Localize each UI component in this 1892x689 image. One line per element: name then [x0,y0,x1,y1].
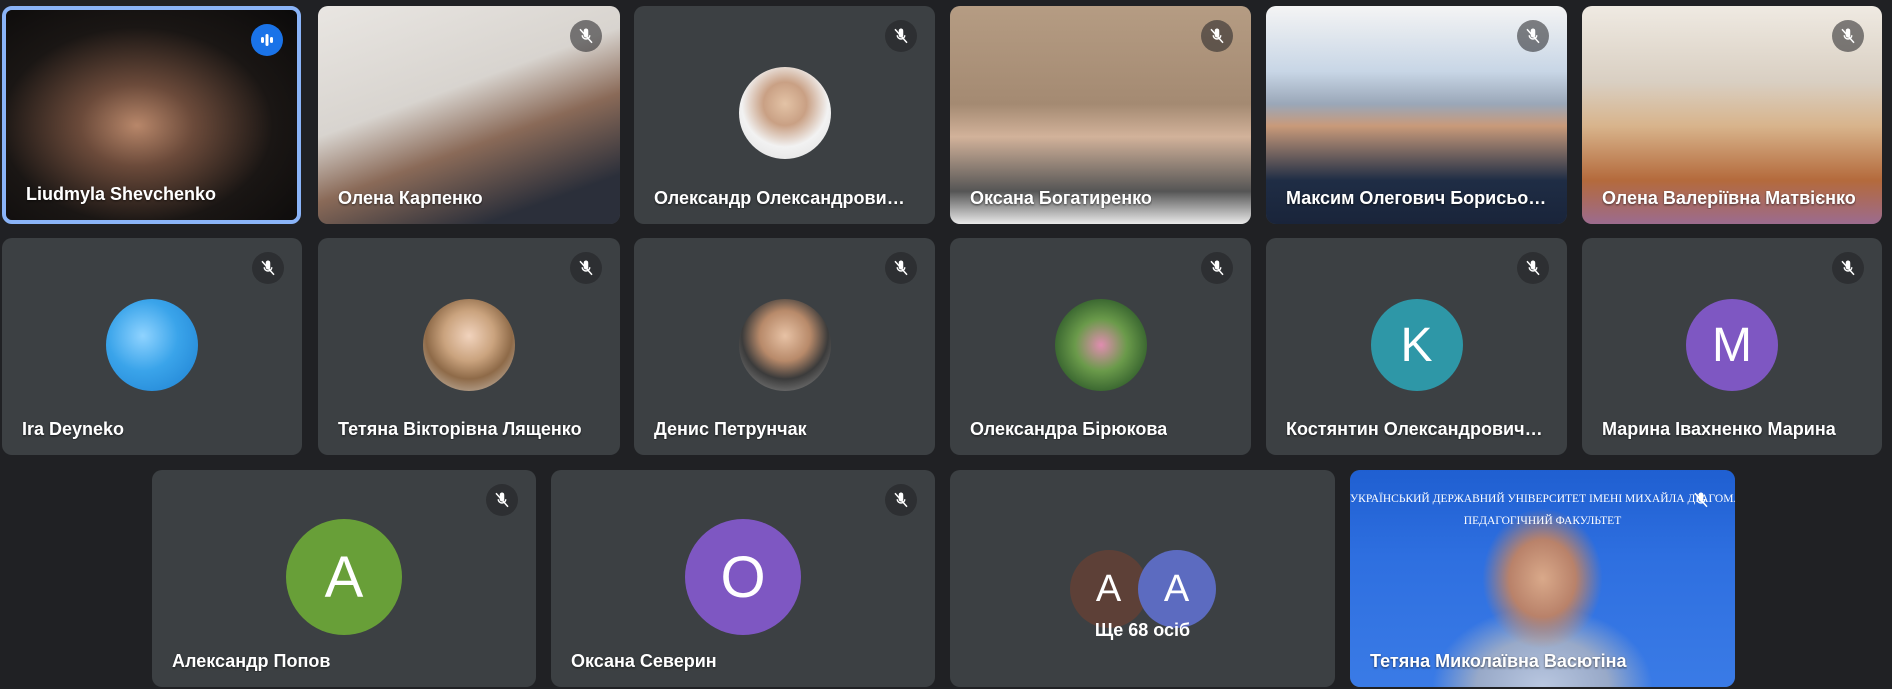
mic-off-icon [1201,252,1233,284]
avatar-initial: A [1163,567,1190,610]
others-avatar-stack: A A [1069,550,1216,628]
participant-tile-oleksandra-biriukova[interactable]: Олександра Бірюкова [950,238,1251,455]
participant-name: Максим Олегович Борисьон... [1286,188,1547,208]
mic-off-icon [570,20,602,52]
avatar-initial: M [1712,318,1752,372]
participant-name: Оксана Богатиренко [970,188,1152,208]
avatar-initial: A [324,544,364,610]
banner-line-1: УКРАЇНСЬКИЙ ДЕРЖАВНИЙ УНІВЕРСИТЕТ ІМЕНІ … [1350,493,1735,505]
avatar: M [1686,299,1778,391]
avatar: A [286,519,402,635]
participant-tile-oleksandr-oleksandrovych[interactable]: Олександр Олександрович ... [634,6,935,224]
avatar [423,299,515,391]
speaking-indicator-icon [251,24,283,56]
mic-off-icon [1517,20,1549,52]
participant-name: Александр Попов [172,651,331,671]
others-count-label: Ще 68 осіб [1094,620,1191,640]
avatar: A [1137,550,1216,628]
mic-off-icon [570,252,602,284]
participant-tile-liudmyla-shevchenko[interactable]: Liudmyla Shevchenko [2,6,301,224]
others-tile[interactable]: A A Ще 68 осіб [950,470,1335,687]
mic-off-icon [1685,484,1717,516]
participant-tile-denys-petrunchak[interactable]: Денис Петрунчак [634,238,935,455]
participant-name: Марина Івахненко Марина [1602,419,1836,439]
participant-tile-maryna-ivakhnenko[interactable]: M Марина Івахненко Марина [1582,238,1882,455]
participant-name: Тетяна Вікторівна Лященко [338,419,582,439]
participant-name: Ira Deyneko [22,419,125,439]
mic-off-icon [885,20,917,52]
participant-tile-tetiana-liashchenko[interactable]: Тетяна Вікторівна Лященко [318,238,620,455]
banner-line-2: ПЕДАГОГІЧНИЙ ФАКУЛЬТЕТ [1463,515,1622,527]
participant-tile-olena-matviienko[interactable]: Олена Валеріївна Матвієнко [1582,6,1882,224]
participant-tile-oksana-severyn[interactable]: O Оксана Северин [551,470,935,687]
avatar: O [685,519,801,635]
avatar [738,67,831,159]
participant-name: Liudmyla Shevchenko [26,184,217,204]
mic-off-icon [885,484,917,516]
participant-tile-aleksandr-popov[interactable]: A Александр Попов [152,470,536,687]
participant-name: Тетяна Миколаївна Васютіна [1370,651,1627,671]
avatar [106,299,198,391]
participant-tile-tetiana-vasiutina[interactable]: УКРАЇНСЬКИЙ ДЕРЖАВНИЙ УНІВЕРСИТЕТ ІМЕНІ … [1350,470,1735,687]
participant-name: Олена Валеріївна Матвієнко [1602,188,1856,208]
event-banner: УКРАЇНСЬКИЙ ДЕРЖАВНИЙ УНІВЕРСИТЕТ ІМЕНІ … [1350,488,1735,532]
avatar [1054,299,1147,391]
mic-off-icon [885,252,917,284]
mic-off-icon [1832,252,1864,284]
avatar-initial: A [1095,567,1122,610]
participant-tile-olena-karpenko[interactable]: Олена Карпенко [318,6,620,224]
avatar: A [1069,550,1148,628]
participant-tile-kostiantyn-oleksandrovych[interactable]: K Костянтин Олександрович З... [1266,238,1567,455]
participant-name: Оксана Северин [571,651,717,671]
avatar [738,299,831,391]
avatar-initial: O [720,544,766,610]
mic-off-icon [486,484,518,516]
avatar-initial: K [1400,318,1433,372]
participant-name: Олена Карпенко [338,188,483,208]
participant-name: Олександра Бірюкова [970,419,1168,439]
mic-off-icon [1832,20,1864,52]
participant-name: Костянтин Олександрович З... [1286,419,1547,439]
avatar: K [1370,299,1463,391]
mic-off-icon [1201,20,1233,52]
participant-tile-maksym-borysonov[interactable]: Максим Олегович Борисьон... [1266,6,1567,224]
participant-tile-ira-deyneko[interactable]: Ira Deyneko [2,238,302,455]
participant-name: Денис Петрунчак [654,419,807,439]
participant-tile-oksana-bohatyrenko[interactable]: Оксана Богатиренко [950,6,1251,224]
participant-name: Олександр Олександрович ... [654,188,915,208]
mic-off-icon [1517,252,1549,284]
mic-off-icon [252,252,284,284]
